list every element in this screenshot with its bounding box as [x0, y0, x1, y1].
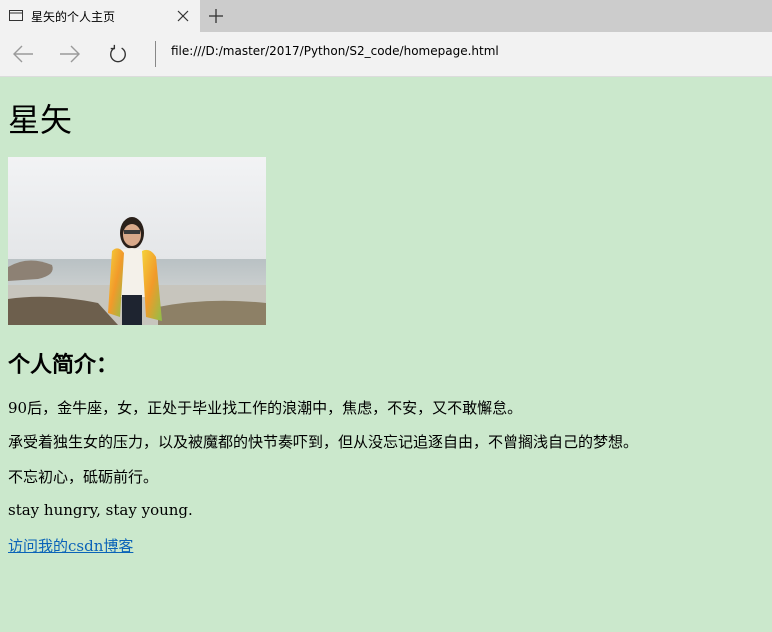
back-icon[interactable]	[12, 44, 34, 64]
intro-paragraph: 不忘初心，砥砺前行。	[8, 468, 159, 486]
browser-tab[interactable]: 星矢的个人主页	[0, 0, 200, 32]
page-content: 星矢 个人简介： 90后，金牛座，女，正处于毕业找工作的浪潮中，焦虑，不安，又不…	[0, 77, 772, 632]
address-bar[interactable]: file:///D:/master/2017/Python/S2_code/ho…	[171, 44, 499, 58]
tab-title: 星矢的个人主页	[31, 10, 116, 24]
profile-photo	[8, 157, 266, 325]
intro-heading: 个人简介：	[8, 352, 119, 378]
close-icon[interactable]	[176, 9, 190, 23]
intro-paragraph: 90后，金牛座，女，正处于毕业找工作的浪潮中，焦虑，不安，又不敢懈怠。	[8, 399, 523, 417]
page-title: 星矢	[8, 101, 73, 139]
page-icon	[9, 10, 23, 21]
intro-paragraph: 承受着独生女的压力，以及被魔都的快节奏吓到，但从没忘记追逐自由，不曾搁浅自己的梦…	[8, 433, 639, 451]
address-divider	[155, 41, 156, 67]
refresh-icon[interactable]	[107, 44, 129, 64]
new-tab-icon[interactable]	[208, 8, 224, 24]
navigation-bar: file:///D:/master/2017/Python/S2_code/ho…	[0, 32, 772, 77]
tab-strip: 星矢的个人主页	[0, 0, 772, 32]
forward-icon[interactable]	[59, 44, 81, 64]
intro-paragraph: stay hungry, stay young.	[8, 501, 193, 519]
csdn-blog-link[interactable]: 访问我的csdn博客	[8, 535, 133, 556]
